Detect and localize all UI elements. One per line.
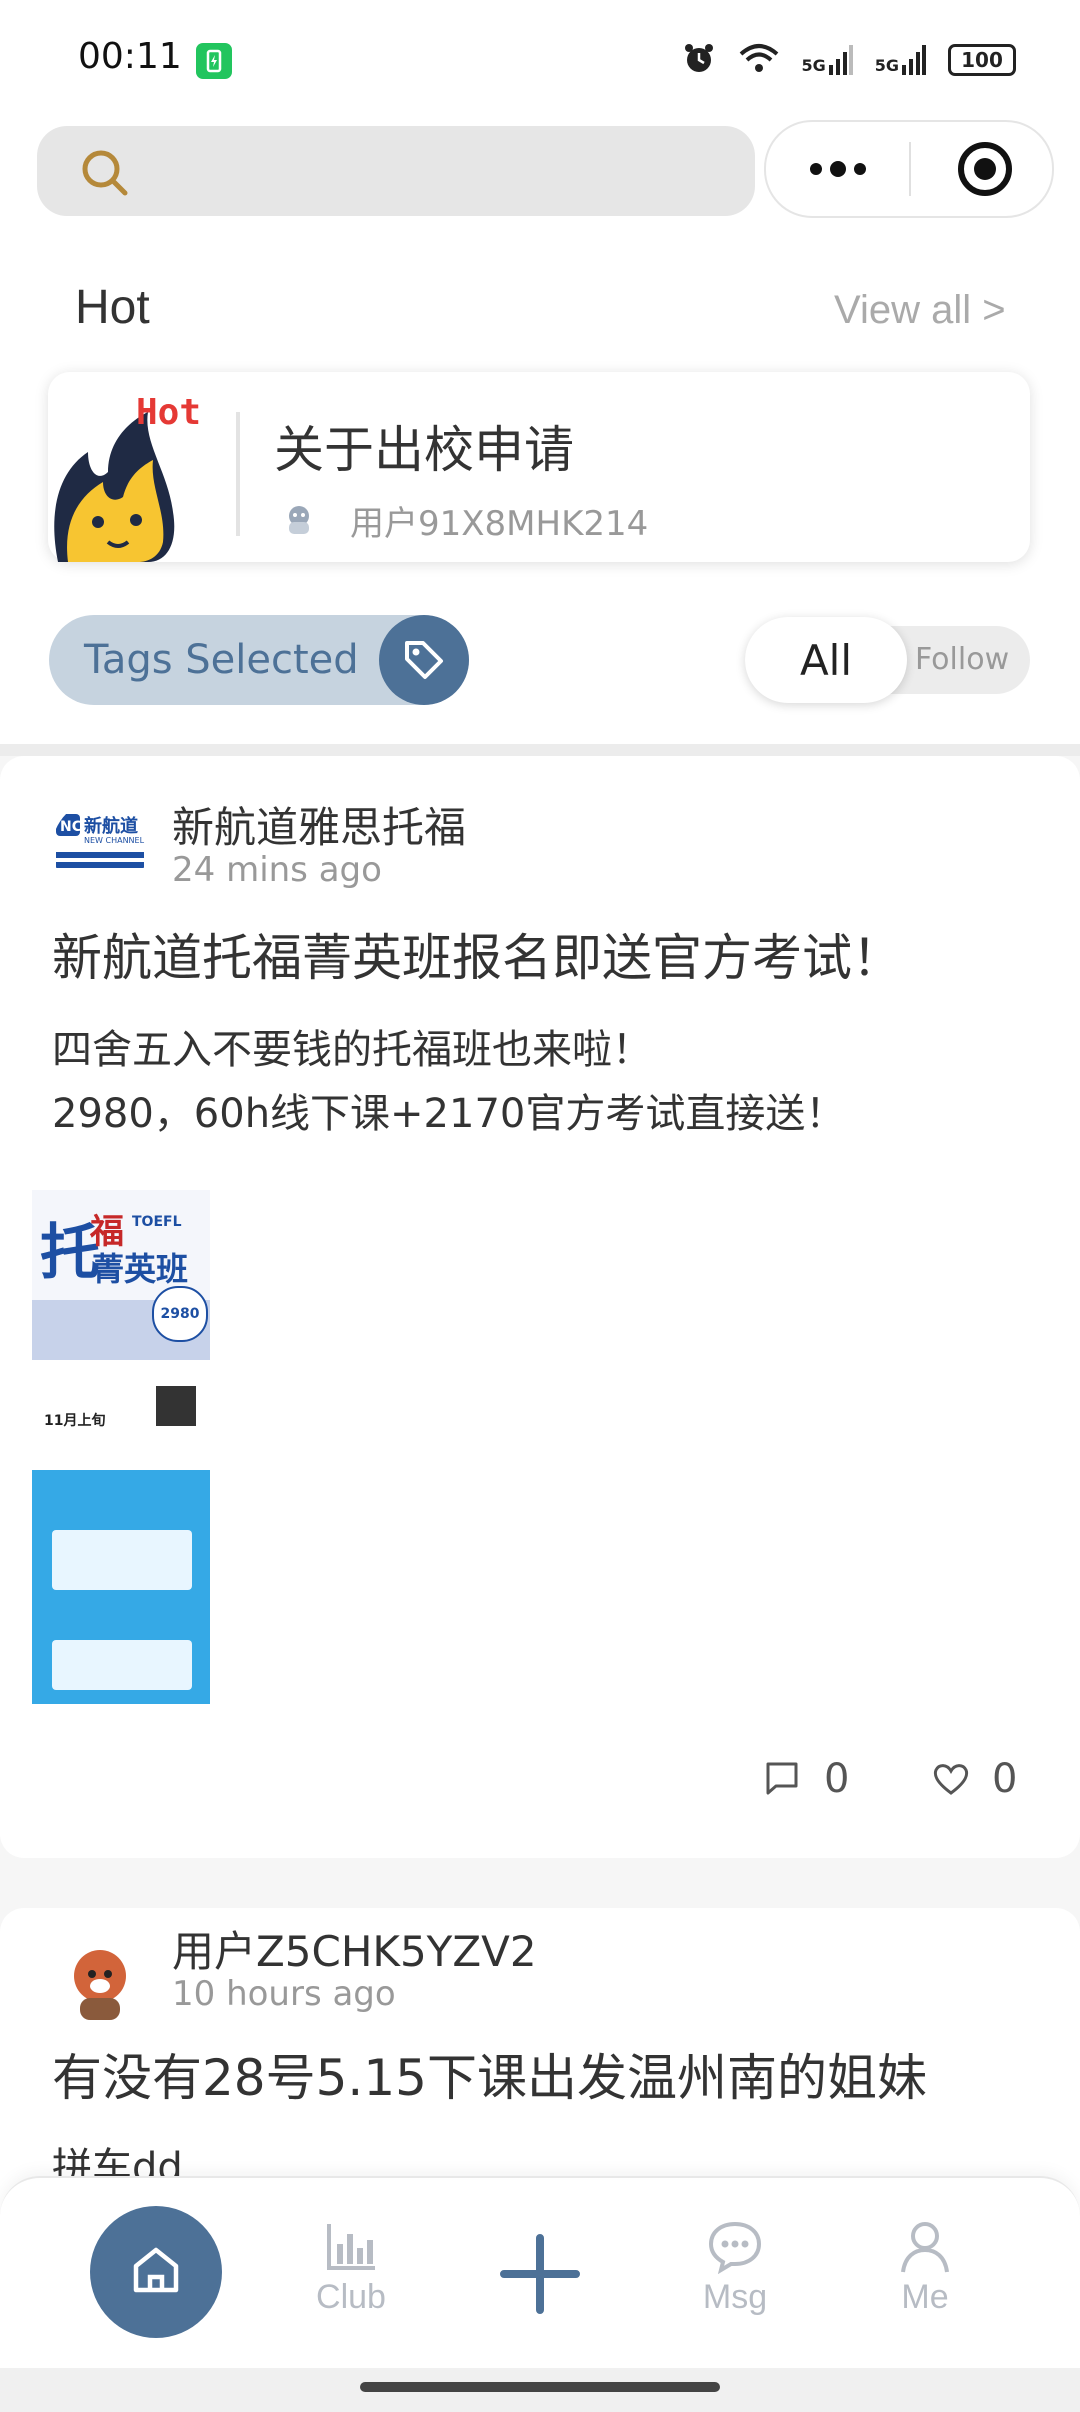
status-icons: 5G 5G 100 xyxy=(681,40,1016,80)
tag-icon[interactable] xyxy=(379,615,469,705)
hot-post-title: 关于出校申请 xyxy=(274,421,574,479)
mini-program-capsule xyxy=(764,120,1054,218)
post-author[interactable]: 用户Z5CHK5YZV2 xyxy=(172,1918,537,1979)
comment-count: 0 xyxy=(824,1756,850,1802)
filter-follow-tab[interactable]: Follow xyxy=(915,642,1009,677)
wifi-icon xyxy=(739,42,779,78)
alarm-icon xyxy=(681,40,717,80)
tags-selected-label: Tags Selected xyxy=(84,637,359,683)
avatar-brand-subtext: NEW CHANNEL xyxy=(84,836,145,845)
like-count: 0 xyxy=(992,1756,1018,1802)
home-icon xyxy=(130,2244,182,2300)
comment-icon[interactable] xyxy=(764,1760,800,1800)
search-icon xyxy=(79,147,131,203)
bar-chart-icon xyxy=(323,2224,379,2278)
hot-card-divider xyxy=(236,412,240,536)
post-time: 24 mins ago xyxy=(172,850,382,890)
battery-indicator: 100 xyxy=(948,44,1016,76)
author-avatar: NC 新航道 NEW CHANNEL xyxy=(52,800,148,896)
svg-text:NC: NC xyxy=(60,819,82,835)
capsule-divider xyxy=(909,142,911,196)
filter-all-tab[interactable]: All xyxy=(745,617,907,703)
user-avatar-icon xyxy=(282,502,316,540)
tab-me[interactable]: Me xyxy=(870,2218,980,2317)
tab-msg[interactable]: Msg xyxy=(680,2218,790,2317)
view-all-link[interactable]: View all > xyxy=(834,288,1006,333)
post-body-line: 四舍五入不要钱的托福班也来啦！ xyxy=(52,1027,652,1073)
signal-icon-2: 5G xyxy=(875,45,926,75)
feed-filter-toggle: All Follow xyxy=(745,617,1030,703)
charging-app-icon xyxy=(196,43,232,79)
post-image[interactable]: 托 福 TOEFL 菁英班 2980 11月上旬 xyxy=(32,1190,210,1704)
signal-icon: 5G xyxy=(801,45,853,75)
gesture-handle[interactable] xyxy=(360,2382,720,2392)
tab-label: Msg xyxy=(702,2278,768,2316)
avatar-brand-text: 新航道 xyxy=(84,816,138,837)
poster-qr-code xyxy=(156,1386,196,1426)
status-time: 00:11 xyxy=(78,36,182,77)
poster-photo-table-2 xyxy=(52,1640,192,1690)
search-bar[interactable] xyxy=(37,126,755,216)
create-post-button[interactable] xyxy=(496,2230,584,2322)
poster-photo-table xyxy=(52,1530,192,1590)
poster-photo xyxy=(32,1470,210,1704)
poster-title: 菁英班 xyxy=(92,1250,189,1288)
feed-separator xyxy=(0,744,1080,756)
hot-post-user: 用户91X8MHK214 xyxy=(350,504,649,544)
tab-club[interactable]: Club xyxy=(296,2218,406,2317)
close-mini-program-icon[interactable] xyxy=(956,140,1014,202)
post-author[interactable]: 新航道雅思托福 xyxy=(172,794,466,855)
tags-selected-button[interactable]: Tags Selected xyxy=(49,615,469,705)
poster-toefl: TOEFL xyxy=(132,1214,182,1230)
post-time: 10 hours ago xyxy=(172,1974,396,2014)
chat-bubble-icon xyxy=(707,2221,763,2278)
plus-icon xyxy=(496,2234,584,2322)
hot-section-title: Hot xyxy=(75,281,150,334)
post-title: 新航道托福菁英班报名即送官方考试！ xyxy=(52,929,902,987)
post-body: 四舍五入不要钱的托福班也来啦！ 2980，60h线下课+2170官方考试直接送！ xyxy=(52,1018,845,1146)
post-title: 有没有28号5.15下课出发温州南的姐妹 xyxy=(52,2049,927,2107)
person-icon xyxy=(897,2222,953,2278)
tab-label: Me xyxy=(901,2278,949,2316)
post-body-line: 2980，60h线下课+2170官方考试直接送！ xyxy=(52,1091,846,1137)
heart-icon[interactable] xyxy=(932,1762,970,1800)
poster-date: 11月上旬 xyxy=(44,1413,106,1429)
poster-price-badge: 2980 xyxy=(152,1286,208,1342)
hot-badge: Hot xyxy=(136,392,202,433)
author-avatar xyxy=(52,1930,148,2026)
tab-label: Club xyxy=(316,2278,386,2316)
more-options-icon[interactable] xyxy=(806,150,870,192)
poster-header: 托 福 TOEFL 菁英班 2980 11月上旬 xyxy=(32,1190,210,1470)
flame-mascot-icon xyxy=(48,412,178,566)
tab-home[interactable] xyxy=(90,2206,222,2338)
